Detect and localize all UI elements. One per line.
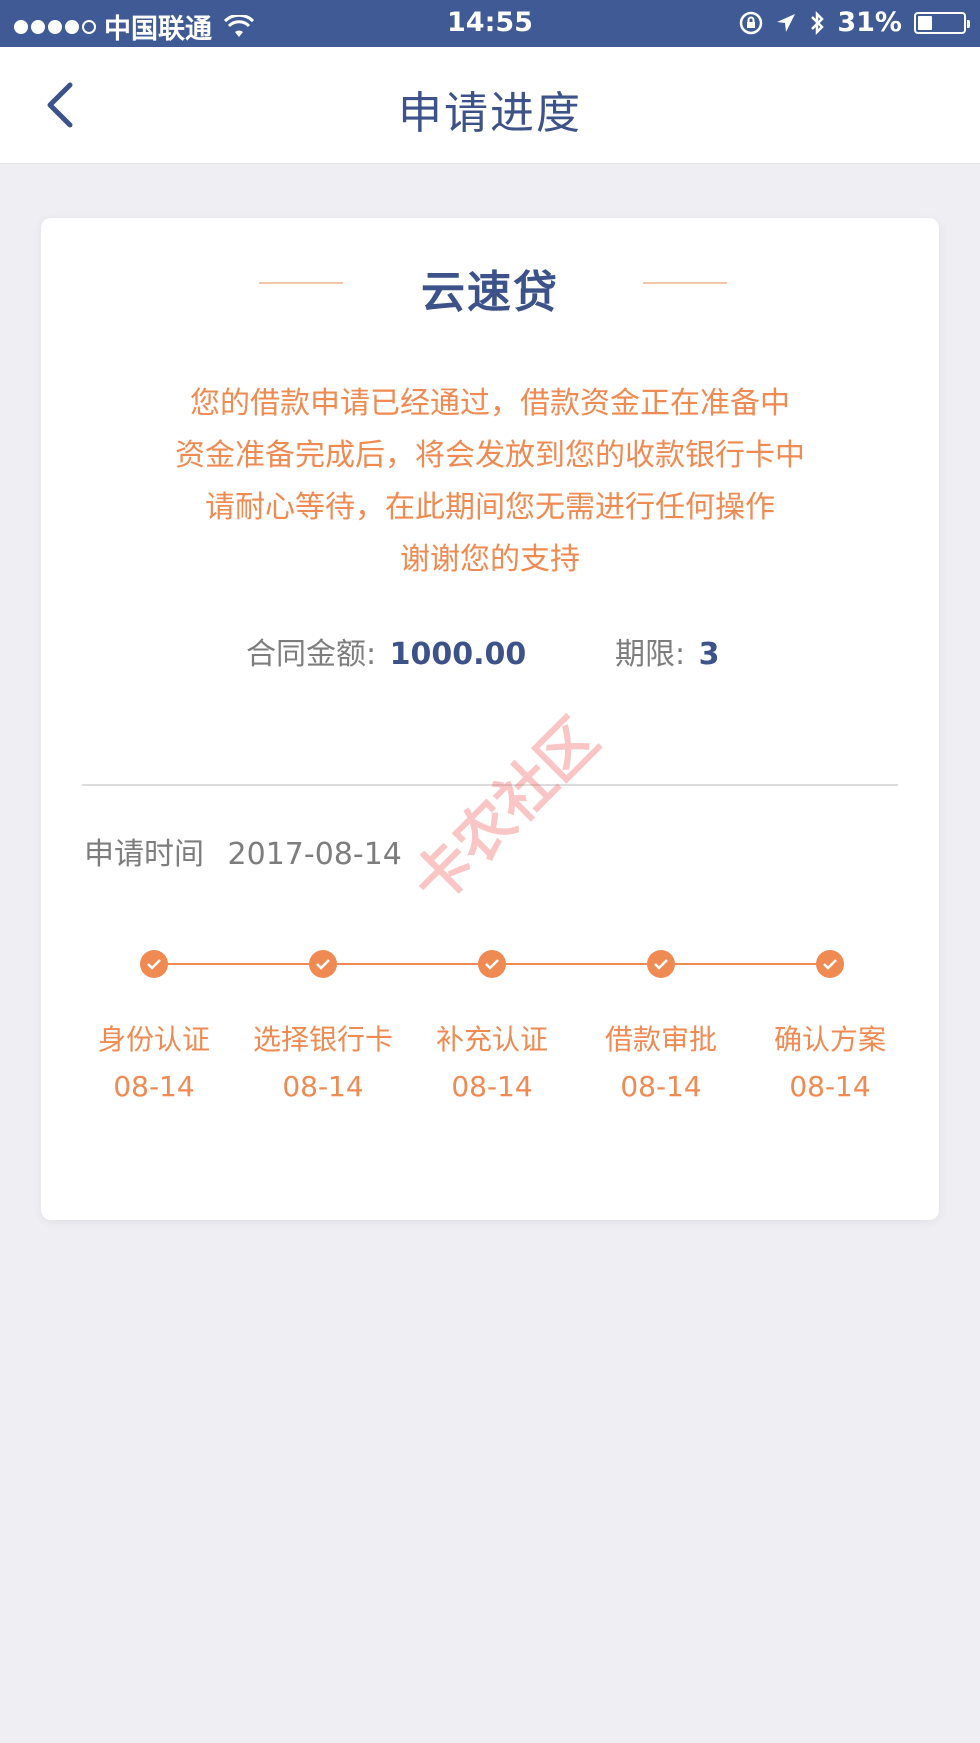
bluetooth-icon [811, 10, 825, 35]
step-date: 08-14 [282, 1070, 364, 1103]
message-line: 谢谢您的支持 [400, 542, 580, 577]
step-check-icon [816, 950, 844, 978]
step-label: 补充认证 [435, 1023, 548, 1056]
step-label: 确认方案 [773, 1023, 886, 1056]
product-name: 云速贷 [421, 267, 559, 318]
term-value: 3 [698, 637, 720, 672]
step-check-icon [140, 950, 168, 978]
apply-time: 申请时间 2017-08-14 [84, 829, 402, 873]
step-date: 08-14 [451, 1070, 533, 1103]
apply-time-value: 2017-08-14 [227, 837, 402, 872]
message-line: 请耐心等待，在此期间您无需进行任何操作 [205, 490, 775, 525]
contract-amount-value: 1000.00 [389, 637, 527, 672]
status-message: 您的借款申请已经通过，借款资金正在准备中 资金准备完成后，将会发放到您的收款银行… [41, 378, 939, 586]
step-date: 08-14 [113, 1070, 195, 1103]
battery-icon [914, 11, 970, 34]
term-label: 期限: [615, 637, 686, 672]
step-label: 身份认证 [97, 1023, 210, 1056]
message-line: 资金准备完成后，将会发放到您的收款银行卡中 [175, 438, 805, 473]
orientation-lock-icon [740, 11, 763, 34]
divider [82, 784, 898, 786]
step-label: 选择银行卡 [252, 1023, 393, 1056]
step-check-icon [309, 950, 337, 978]
step-check-icon [647, 950, 675, 978]
message-line: 您的借款申请已经通过，借款资金正在准备中 [190, 386, 790, 421]
status-bar: 中国联通 14:55 31% [0, 0, 980, 47]
contract-term: 期限: 3 [615, 629, 720, 673]
contract-amount-label: 合同金额: [246, 637, 377, 672]
status-right: 31% [739, 7, 970, 38]
battery-percent: 31% [837, 7, 902, 38]
battery-level [918, 15, 932, 30]
step-check-icon [478, 950, 506, 978]
nav-bar: 申请进度 [0, 47, 980, 164]
contract-amount: 合同金额: 1000.00 [246, 629, 526, 673]
location-icon [777, 13, 796, 32]
title-decoration-right [643, 282, 727, 284]
step-date: 08-14 [789, 1070, 871, 1103]
page-title: 申请进度 [398, 88, 582, 139]
step-date: 08-14 [620, 1070, 702, 1103]
apply-time-label: 申请时间 [84, 837, 204, 872]
step-label: 借款审批 [604, 1023, 717, 1056]
progress-card: 云速贷 您的借款申请已经通过，借款资金正在准备中 资金准备完成后，将会发放到您的… [41, 218, 939, 1220]
